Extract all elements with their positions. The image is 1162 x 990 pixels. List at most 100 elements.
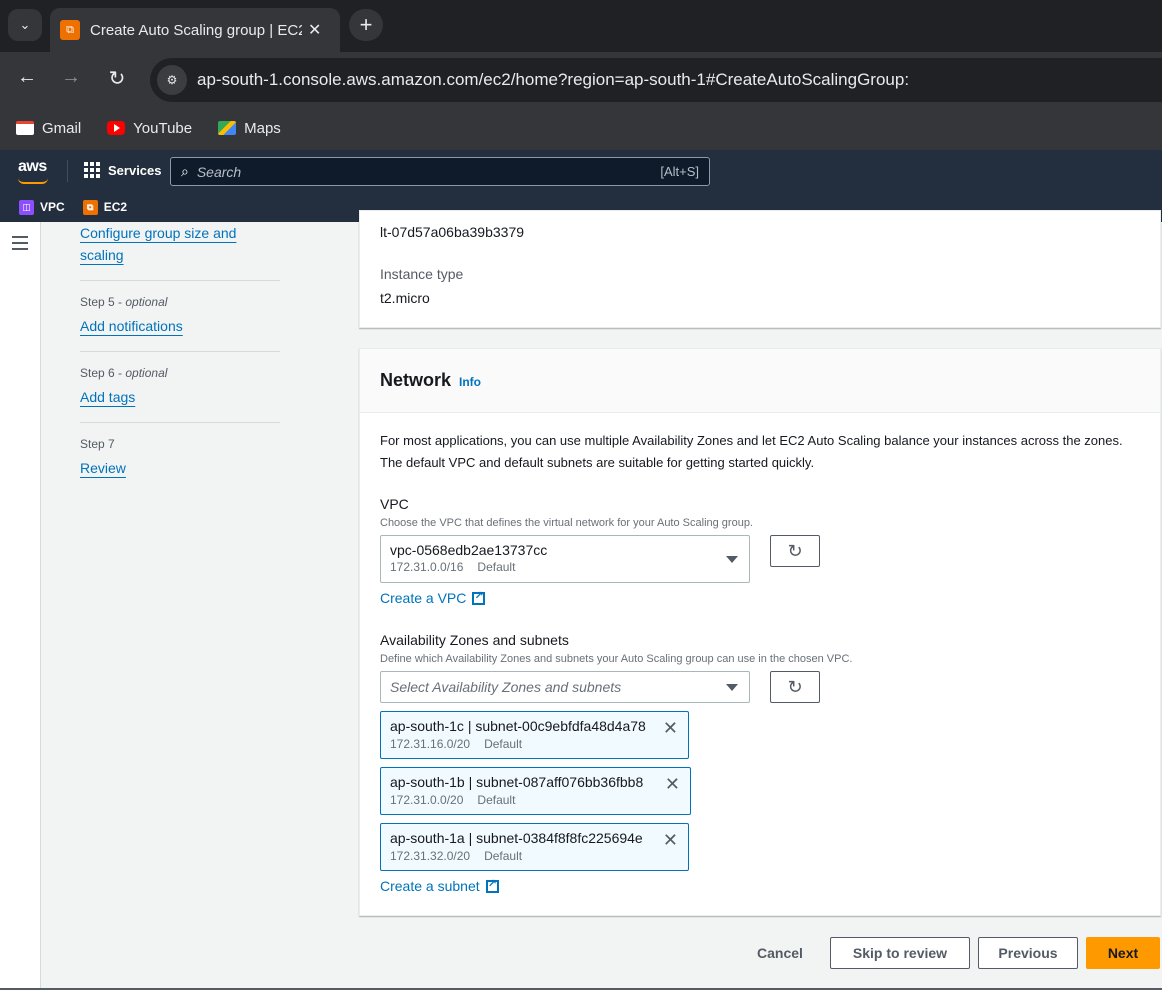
chevron-down-icon: ⌄ <box>19 17 31 32</box>
search-placeholder: Search <box>196 163 242 180</box>
services-menu-button[interactable]: Services <box>84 162 162 178</box>
maps-icon <box>218 121 237 135</box>
subnet-token: ap-south-1c | subnet-00c9ebfdfa48d4a78 1… <box>380 711 689 759</box>
search-shortcut: [Alt+S] <box>660 164 699 179</box>
address-bar[interactable]: ⚙ ap-south-1.console.aws.amazon.com/ec2/… <box>150 58 1162 102</box>
divider <box>80 280 280 281</box>
divider <box>80 351 280 352</box>
side-nav-collapsed <box>0 222 41 990</box>
refresh-subnets-button[interactable]: ↻ <box>770 671 820 703</box>
instance-type-label: Instance type <box>380 266 464 282</box>
bookmarks-bar: Gmail YouTube Maps <box>0 106 1162 150</box>
az-subnets-select[interactable]: Select Availability Zones and subnets <box>380 671 750 703</box>
forward-arrow-icon[interactable]: → <box>58 66 84 89</box>
create-subnet-label: Create a subnet <box>380 878 480 894</box>
site-info-icon[interactable]: ⚙ <box>157 65 187 95</box>
hamburger-menu-icon[interactable] <box>12 236 28 254</box>
bookmark-label: Maps <box>244 119 281 137</box>
search-icon: ⌕ <box>181 163 189 179</box>
network-card-header: Network Info <box>360 349 1160 413</box>
gmail-icon <box>16 121 34 135</box>
subnet-name: ap-south-1c | subnet-00c9ebfdfa48d4a78 <box>390 718 646 734</box>
step-5-label: Step 5 - optional <box>80 295 168 309</box>
reload-icon[interactable]: ↻ <box>104 66 130 91</box>
ec2-favicon-icon: ⧉ <box>60 20 80 40</box>
vpc-select[interactable]: vpc-0568edb2ae13737cc 172.31.0.0/16 Defau… <box>380 535 750 583</box>
network-description: For most applications, you can use multi… <box>380 433 1123 470</box>
browser-toolbar: ← → ↻ ⚙ ap-south-1.console.aws.amazon.co… <box>0 52 1162 106</box>
favorite-ec2[interactable]: ⧉ EC2 <box>82 199 128 215</box>
cancel-button[interactable]: Cancel <box>757 945 803 961</box>
close-tab-icon[interactable]: ✕ <box>308 20 321 40</box>
az-subnets-placeholder: Select Availability Zones and subnets <box>390 679 622 695</box>
subnet-meta: 172.31.16.0/20 Default <box>390 737 523 751</box>
divider <box>67 160 68 182</box>
divider <box>80 422 280 423</box>
step-4-link[interactable]: Configure group size and scaling <box>80 222 280 266</box>
favorite-vpc[interactable]: ◫ VPC <box>19 199 65 215</box>
vpc-label: VPC <box>380 496 409 512</box>
caret-down-icon <box>726 684 738 691</box>
refresh-vpc-button[interactable]: ↻ <box>770 535 820 567</box>
create-subnet-link[interactable]: Create a subnet <box>380 877 499 894</box>
browser-tab-bar: ⌄ ⧉ Create Auto Scaling group | EC2 ✕ + <box>0 0 1162 52</box>
external-link-icon <box>485 877 499 893</box>
subnet-meta: 172.31.32.0/20 Default <box>390 849 523 863</box>
step-5-link[interactable]: Add notifications <box>80 315 280 337</box>
refresh-icon: ↻ <box>787 676 803 697</box>
subnet-meta: 172.31.0.0/20 Default <box>390 793 516 807</box>
aws-logo[interactable]: aws <box>18 158 47 176</box>
aws-top-nav: aws Services ⌕ Search [Alt+S] <box>0 150 1162 192</box>
skip-to-review-button[interactable]: Skip to review <box>830 937 970 969</box>
az-subnets-label: Availability Zones and subnets <box>380 632 569 648</box>
favorite-label: VPC <box>40 200 65 214</box>
vpc-hint: Choose the VPC that defines the virtual … <box>380 517 753 529</box>
services-label: Services <box>108 162 162 178</box>
subnet-name: ap-south-1a | subnet-0384f8f8fc225694e <box>390 830 643 846</box>
subnet-token: ap-south-1a | subnet-0384f8f8fc225694e 1… <box>380 823 689 871</box>
az-subnets-hint: Define which Availability Zones and subn… <box>380 653 853 665</box>
remove-subnet-icon[interactable]: ✕ <box>663 718 678 739</box>
step-7-link[interactable]: Review <box>80 457 280 479</box>
create-vpc-label: Create a VPC <box>380 590 467 606</box>
wizard-steps: Configure group size and scaling Step 5 … <box>80 222 280 479</box>
bookmark-maps[interactable]: Maps <box>218 120 281 137</box>
ec2-service-icon: ⧉ <box>82 199 98 215</box>
aws-search-input[interactable]: ⌕ Search [Alt+S] <box>170 157 710 186</box>
tab-search-button[interactable]: ⌄ <box>8 9 42 41</box>
favorite-label: EC2 <box>103 200 128 214</box>
back-arrow-icon[interactable]: ← <box>14 66 40 89</box>
new-tab-button[interactable]: + <box>349 9 383 41</box>
subnet-token: ap-south-1b | subnet-087aff076bb36fbb8 1… <box>380 767 691 815</box>
bookmark-label: Gmail <box>42 119 82 137</box>
vpc-service-icon: ◫ <box>19 199 34 215</box>
launch-template-id: lt-07d57a06ba39b3379 <box>380 224 525 240</box>
vpc-selected-id: vpc-0568edb2ae13737cc <box>390 542 548 558</box>
remove-subnet-icon[interactable]: ✕ <box>665 774 680 795</box>
network-title: Network <box>380 370 452 390</box>
bookmark-youtube[interactable]: YouTube <box>107 120 192 137</box>
info-link[interactable]: Info <box>459 375 481 389</box>
grid-icon <box>84 162 100 178</box>
remove-subnet-icon[interactable]: ✕ <box>663 830 678 851</box>
external-link-icon <box>472 589 486 605</box>
url-text[interactable]: ap-south-1.console.aws.amazon.com/ec2/ho… <box>197 70 909 90</box>
browser-tab[interactable]: ⧉ Create Auto Scaling group | EC2 ✕ <box>50 8 340 52</box>
step-4-link-line1: Configure group size and <box>80 225 237 241</box>
aws-logo-smile <box>18 178 48 184</box>
network-card: Network Info For most applications, you … <box>359 348 1161 916</box>
step-7-label: Step 7 <box>80 437 115 451</box>
bookmark-label: YouTube <box>133 119 193 137</box>
next-button[interactable]: Next <box>1086 937 1160 969</box>
step-6-link[interactable]: Add tags <box>80 386 280 408</box>
create-vpc-link[interactable]: Create a VPC <box>380 589 486 606</box>
launch-template-card: lt-07d57a06ba39b3379 Instance type t2.mi… <box>359 210 1161 328</box>
subnet-name: ap-south-1b | subnet-087aff076bb36fbb8 <box>390 774 644 790</box>
step-6-label: Step 6 - optional <box>80 366 168 380</box>
step-4-link-line2: scaling <box>80 247 124 263</box>
tab-title: Create Auto Scaling group | EC2 <box>90 21 302 39</box>
previous-button[interactable]: Previous <box>978 937 1078 969</box>
bookmark-gmail[interactable]: Gmail <box>16 120 81 137</box>
youtube-icon <box>107 121 126 135</box>
instance-type-value: t2.micro <box>380 290 430 306</box>
